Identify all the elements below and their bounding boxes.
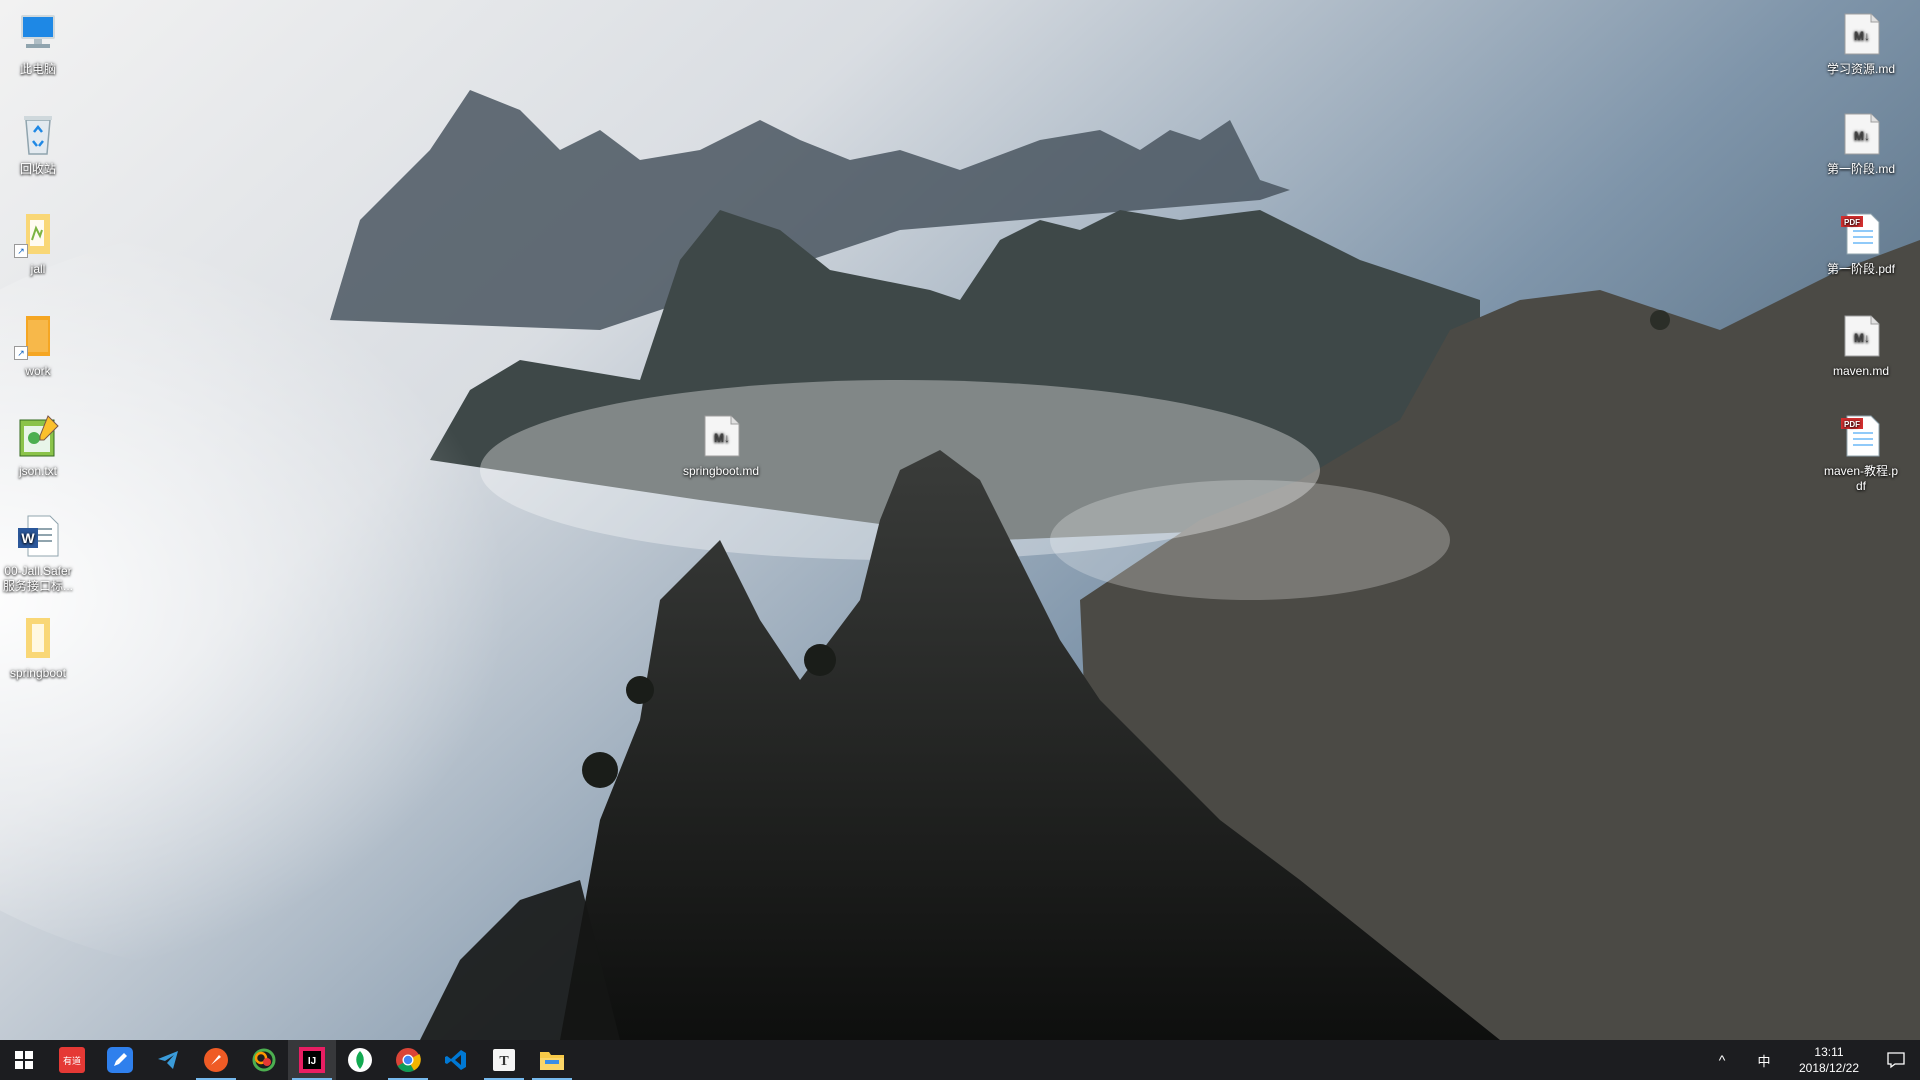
svg-text:M↓: M↓ [1854,129,1870,143]
taskbar-youdao[interactable]: 有道 [48,1040,96,1080]
folder-shortcut-icon: ↗ [14,312,62,360]
shortcut-arrow-icon: ↗ [14,346,28,360]
desktop-icon-label: 此电脑 [19,62,56,76]
desktop-icon-jall[interactable]: ↗ jall [0,210,77,277]
taskbar: 有道 IJ T ^ 中 13:11 2018/12/22 [0,1040,1920,1080]
navicat-icon [252,1048,276,1072]
notepad-file-icon [14,412,62,460]
desktop-icon-label: maven-教程.pdf [1823,464,1899,493]
youdao-icon: 有道 [59,1047,85,1073]
clock-time: 13:11 [1814,1045,1844,1059]
taskbar-file-explorer[interactable] [528,1040,576,1080]
start-button[interactable] [0,1040,48,1080]
svg-text:有道: 有道 [63,1055,81,1067]
svg-text:M↓: M↓ [1854,29,1870,43]
folder-icon [540,1052,564,1070]
taskbar-telegram[interactable] [144,1040,192,1080]
notification-icon [1887,1052,1905,1069]
svg-text:W: W [21,530,35,546]
system-tray: ^ 中 13:11 2018/12/22 [1702,1040,1920,1080]
desktop-icon-label: 学习资源.md [1826,62,1895,76]
taskbar-notes[interactable] [96,1040,144,1080]
desktop-icon-label: work [25,364,51,378]
taskbar-typora[interactable]: T [480,1040,528,1080]
svg-text:PDF: PDF [1844,420,1860,429]
windows-start-icon [15,1051,33,1069]
desktop-icon-label: 回收站 [19,162,56,176]
word-document-icon: W [14,512,62,560]
folder-icon [14,614,62,662]
desktop-icon-this-pc[interactable]: 此电脑 [0,10,77,77]
paper-plane-icon [158,1051,178,1069]
markdown-file-icon: M↓ [1837,10,1885,58]
desktop-icon-stage-one-md[interactable]: M↓ 第一阶段.md [1822,110,1900,177]
taskbar-vscode[interactable] [432,1040,480,1080]
markdown-file-icon: M↓ [1837,312,1885,360]
recycle-bin-icon [14,110,62,158]
computer-icon [14,10,62,58]
typora-icon: T [493,1049,515,1071]
desktop-icon-label: json.txt [18,464,57,478]
desktop-icon-label: jall [30,262,46,276]
show-hidden-icons-button[interactable]: ^ [1702,1040,1742,1080]
desktop-icon-json-txt[interactable]: json.txt [0,412,77,479]
desktop-icon-recycle-bin[interactable]: 回收站 [0,110,77,177]
taskbar-mongodb[interactable] [336,1040,384,1080]
input-method-indicator[interactable]: 中 [1742,1040,1786,1080]
chrome-icon [396,1048,421,1073]
vscode-icon [445,1050,466,1070]
ime-label: 中 [1757,1053,1771,1069]
desktop-wallpaper [0,0,1920,1040]
taskbar-postman[interactable] [192,1040,240,1080]
svg-text:PDF: PDF [1844,218,1860,227]
svg-text:T: T [499,1054,509,1069]
svg-text:IJ: IJ [308,1056,316,1067]
folder-shortcut-icon: ↗ [14,210,62,258]
desktop-icon-word-document[interactable]: W 00-Jall.Safer服务接口标... [0,512,77,594]
desktop-icon-label: 第一阶段.md [1826,162,1895,176]
pdf-file-icon: PDF [1837,412,1885,460]
shortcut-arrow-icon: ↗ [14,244,28,258]
pen-note-icon [107,1047,133,1073]
desktop-icon-springboot-folder[interactable]: springboot [0,614,77,681]
markdown-file-icon: M↓ [1837,110,1885,158]
clock[interactable]: 13:11 2018/12/22 [1786,1040,1872,1080]
desktop-icon-maven-tutorial-pdf[interactable]: PDF maven-教程.pdf [1822,412,1900,494]
clock-date: 2018/12/22 [1798,1061,1860,1075]
markdown-file-icon: M↓ [697,412,745,460]
desktop-icon-label: maven.md [1832,364,1890,378]
desktop-icon-springboot-md[interactable]: M↓ springboot.md [682,412,760,479]
action-center-button[interactable] [1872,1040,1920,1080]
desktop-icon-work[interactable]: ↗ work [0,312,77,379]
taskbar-intellij[interactable]: IJ [288,1040,336,1080]
desktop-icon-label: 第一阶段.pdf [1826,262,1896,276]
chevron-up-icon: ^ [1718,1052,1726,1068]
intellij-icon: IJ [299,1047,325,1073]
taskbar-navicat[interactable] [240,1040,288,1080]
postman-icon [204,1048,228,1072]
desktop-icon-study-resources-md[interactable]: M↓ 学习资源.md [1822,10,1900,77]
desktop-icon-label: 00-Jall.Safer服务接口标... [2,564,73,593]
desktop-icon-maven-md[interactable]: M↓ maven.md [1822,312,1900,379]
svg-text:M↓: M↓ [714,431,730,445]
desktop-icon-stage-one-pdf[interactable]: PDF 第一阶段.pdf [1822,210,1900,277]
svg-text:M↓: M↓ [1854,331,1870,345]
desktop-icon-label: springboot [9,666,67,680]
leaf-icon [348,1048,372,1072]
desktop-icon-label: springboot.md [682,464,760,478]
taskbar-chrome[interactable] [384,1040,432,1080]
pdf-file-icon: PDF [1837,210,1885,258]
